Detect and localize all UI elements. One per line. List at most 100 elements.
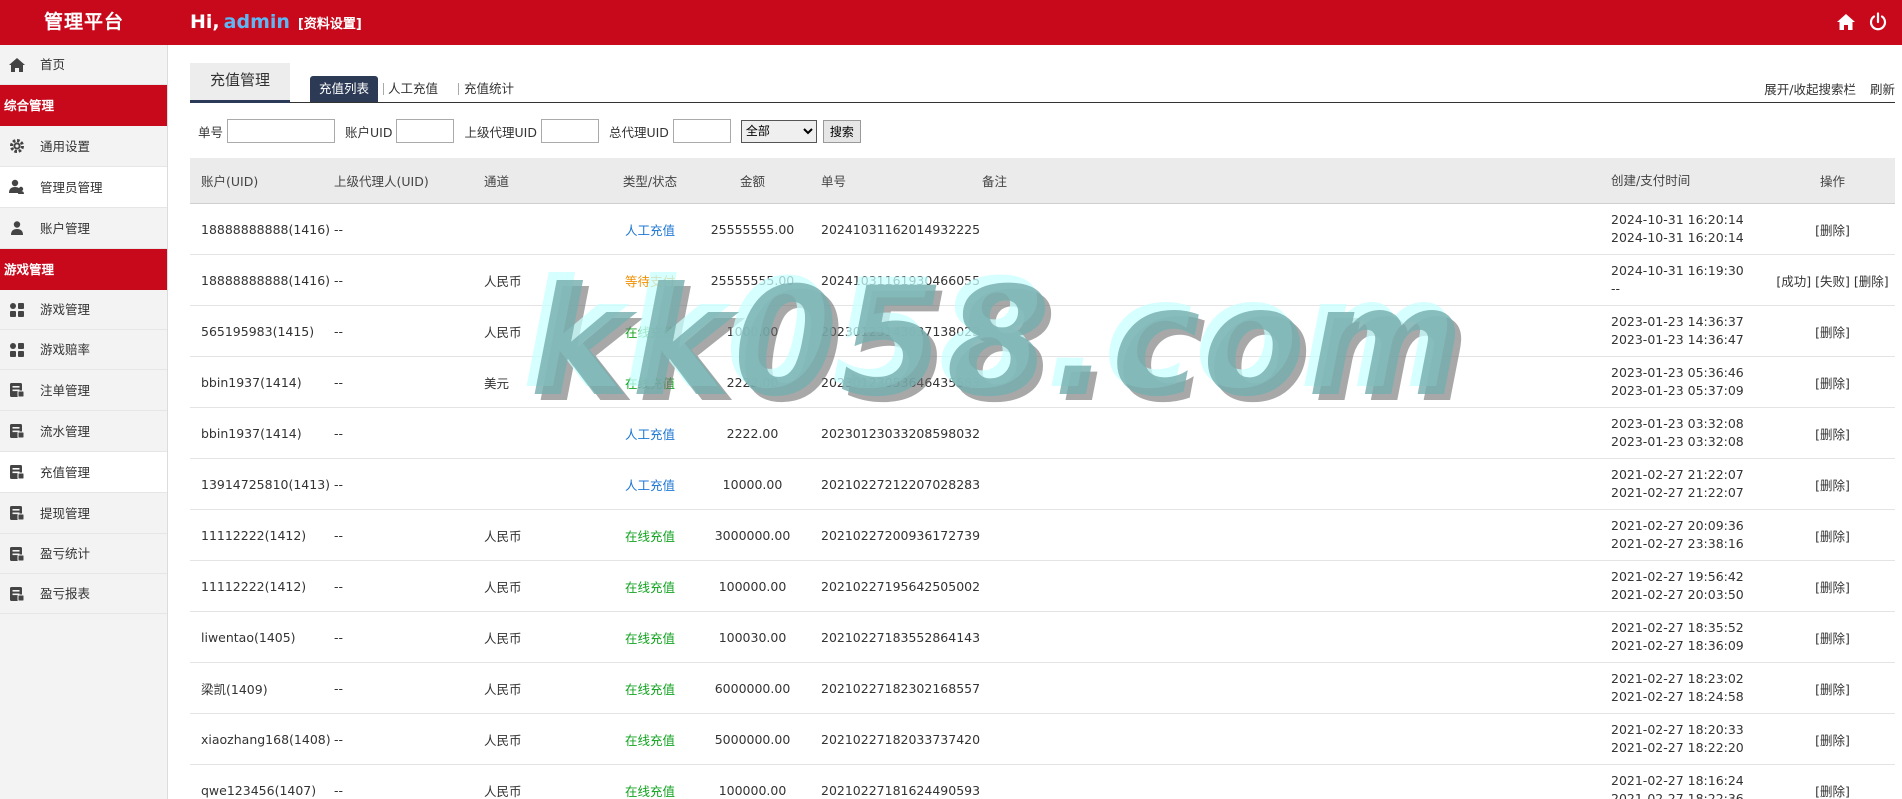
cell-parent: -- bbox=[334, 527, 344, 543]
cell-order: 20230123143637138023 bbox=[821, 323, 981, 339]
table-row: 565195983(1415) -- 人民币 在线充值 1000.00 202301231… bbox=[190, 306, 1895, 357]
cell-order: 20230123053646435583 bbox=[821, 374, 981, 390]
cell-note bbox=[982, 561, 1582, 611]
col-ops: 操作 bbox=[1819, 174, 1845, 189]
home-icon[interactable] bbox=[1836, 12, 1856, 34]
sidebar-item-game-odds[interactable]: 游戏赔率 bbox=[0, 330, 167, 370]
sidebar-item-label: 充值管理 bbox=[40, 465, 91, 480]
sidebar-item-recharge-management[interactable]: 充值管理 bbox=[0, 452, 167, 493]
cell-amount: 100000.00 bbox=[718, 578, 787, 594]
col-type: 类型/状态 bbox=[622, 174, 678, 189]
cell-time: 2023-01-23 05:36:46 2023-01-23 05:37:09 bbox=[1611, 357, 1751, 407]
parent-uid-input[interactable] bbox=[540, 119, 599, 143]
cell-amount: 6000000.00 bbox=[714, 680, 791, 696]
tab-manual-recharge[interactable]: 人工充值 bbox=[388, 76, 438, 102]
cell-status: 在线充值 bbox=[624, 375, 675, 391]
profile-settings-link[interactable]: [资料设置] bbox=[298, 17, 362, 32]
cell-status: 在线充值 bbox=[624, 324, 675, 340]
sidebar-item-profit-stats[interactable]: 盈亏统计 bbox=[0, 534, 167, 574]
cell-status: 在线充值 bbox=[624, 732, 675, 748]
paid-time: -- bbox=[1611, 281, 1621, 296]
table-row: liwentao(1405) -- 人民币 在线充值 100030.00 20210227… bbox=[190, 612, 1895, 663]
uid-input[interactable] bbox=[396, 119, 455, 143]
sidebar-item-admin-management[interactable]: 管理员管理 bbox=[0, 167, 167, 208]
cell-ops[interactable]: [成功] [失败] [删除] bbox=[1770, 255, 1895, 305]
cell-channel: 人民币 bbox=[484, 579, 522, 595]
tab-bar: 充值管理 充值列表 人工充值 充值统计 展开/收起搜索栏 刷新 bbox=[190, 63, 1895, 103]
paid-time: 2021-02-27 18:22:20 bbox=[1611, 740, 1744, 755]
cell-note bbox=[982, 510, 1582, 560]
sidebar-group-general: 综合管理 bbox=[0, 85, 167, 126]
cell-time: 2021-02-27 20:09:36 2021-02-27 23:38:16 bbox=[1611, 510, 1751, 560]
cell-parent: -- bbox=[334, 323, 344, 339]
sidebar-item-game-management[interactable]: 游戏管理 bbox=[0, 290, 167, 330]
sidebar-item-profit-report[interactable]: 盈亏报表 bbox=[0, 574, 167, 614]
cell-parent: -- bbox=[334, 680, 344, 696]
cell-note bbox=[982, 612, 1582, 662]
table-row: 18888888888(1416) -- 人工充值 25555555.00 202410… bbox=[190, 204, 1895, 255]
cell-order: 20210227200936172739 bbox=[821, 527, 981, 543]
tab-recharge-stats[interactable]: 充值统计 bbox=[464, 76, 514, 102]
cell-ops[interactable]: [删除] bbox=[1770, 561, 1895, 611]
cell-amount: 3000000.00 bbox=[714, 527, 791, 543]
table-row: xiaozhang168(1408) -- 人民币 在线充值 5000000.00 202… bbox=[190, 714, 1895, 765]
created-time: 2023-01-23 14:36:37 bbox=[1611, 314, 1744, 329]
table-row: 11112222(1412) -- 人民币 在线充值 100000.00 20210227… bbox=[190, 561, 1895, 612]
parent-uid-label: 上级代理UID bbox=[464, 124, 537, 140]
header-icons bbox=[1836, 12, 1888, 34]
col-amount: 金额 bbox=[739, 174, 765, 189]
cell-amount: 2222.00 bbox=[726, 374, 779, 390]
table-row: 18888888888(1416) -- 人民币 等待支付 25555555.00 202… bbox=[190, 255, 1895, 306]
power-icon[interactable] bbox=[1868, 12, 1888, 34]
sidebar-item-general-settings[interactable]: 通用设置 bbox=[0, 126, 167, 167]
cell-amount: 25555555.00 bbox=[710, 221, 795, 237]
created-time: 2024-10-31 16:20:14 bbox=[1611, 212, 1744, 227]
cell-ops[interactable]: [删除] bbox=[1770, 357, 1895, 407]
cell-order: 20210227182302168557 bbox=[821, 680, 981, 696]
users-icon bbox=[8, 178, 26, 196]
sidebar-item-bet-management[interactable]: 注单管理 bbox=[0, 370, 167, 411]
cell-channel: 人民币 bbox=[484, 528, 522, 544]
sidebar-item-label: 流水管理 bbox=[40, 424, 91, 439]
sidebar-item-home[interactable]: 首页 bbox=[0, 45, 167, 85]
top-agent-uid-input[interactable] bbox=[672, 119, 731, 143]
sidebar-item-flow-management[interactable]: 流水管理 bbox=[0, 411, 167, 452]
cell-ops[interactable]: [删除] bbox=[1770, 459, 1895, 509]
cell-account: liwentao(1405) bbox=[201, 629, 296, 645]
cell-parent: -- bbox=[334, 731, 344, 747]
tab-recharge-list[interactable]: 充值列表 bbox=[310, 76, 378, 102]
cell-ops[interactable]: [删除] bbox=[1770, 408, 1895, 458]
toggle-search-link[interactable]: 展开/收起搜索栏 bbox=[1764, 82, 1856, 97]
cell-channel: 人民币 bbox=[484, 681, 522, 697]
cell-ops[interactable]: [删除] bbox=[1770, 510, 1895, 560]
cell-channel: 人民币 bbox=[484, 732, 522, 748]
sidebar-item-account-management[interactable]: 账户管理 bbox=[0, 208, 167, 249]
cell-channel bbox=[484, 408, 594, 458]
cell-account: 13914725810(1413) bbox=[201, 476, 331, 492]
search-button[interactable]: 搜索 bbox=[822, 119, 861, 143]
cell-account: 18888888888(1416) bbox=[201, 221, 331, 237]
refresh-link[interactable]: 刷新 bbox=[1870, 82, 1895, 97]
cell-ops[interactable]: [删除] bbox=[1770, 765, 1895, 799]
paid-time: 2023-01-23 14:36:47 bbox=[1611, 332, 1744, 347]
cell-time: 2021-02-27 18:16:24 2021-02-27 18:22:36 bbox=[1611, 765, 1751, 799]
type-select[interactable]: 全部 bbox=[740, 119, 817, 143]
greeting-text: Hi, bbox=[190, 11, 220, 33]
cell-ops[interactable]: [删除] bbox=[1770, 663, 1895, 713]
page-title-tab[interactable]: 充值管理 bbox=[190, 63, 290, 103]
username-link[interactable]: admin bbox=[224, 11, 290, 33]
paid-time: 2021-02-27 20:03:50 bbox=[1611, 587, 1744, 602]
cell-ops[interactable]: [删除] bbox=[1770, 714, 1895, 764]
col-note: 备注 bbox=[982, 174, 1008, 189]
cell-account: xiaozhang168(1408) bbox=[201, 731, 331, 747]
cell-status: 在线充值 bbox=[624, 528, 675, 544]
cell-ops[interactable]: [删除] bbox=[1770, 204, 1895, 254]
cell-ops[interactable]: [删除] bbox=[1770, 612, 1895, 662]
cell-channel: 人民币 bbox=[484, 273, 522, 289]
sidebar-item-withdraw-management[interactable]: 提现管理 bbox=[0, 493, 167, 534]
top-agent-uid-label: 总代理UID bbox=[608, 124, 669, 140]
order-input[interactable] bbox=[227, 119, 336, 143]
paid-time: 2024-10-31 16:20:14 bbox=[1611, 230, 1744, 245]
cell-ops[interactable]: [删除] bbox=[1770, 306, 1895, 356]
cell-account: qwe123456(1407) bbox=[201, 782, 317, 798]
